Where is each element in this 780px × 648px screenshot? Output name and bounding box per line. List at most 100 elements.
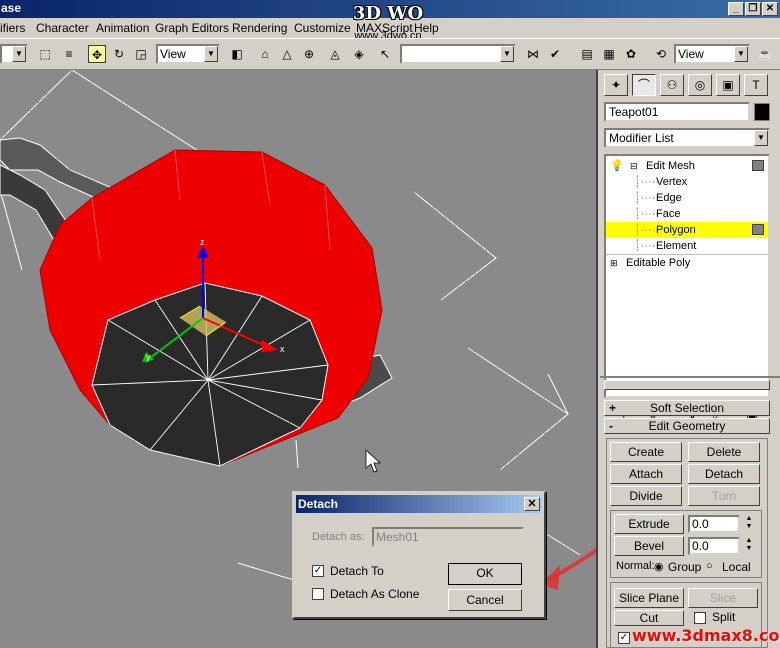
move-icon[interactable]: ✥ <box>88 45 106 63</box>
edit-named-selection-icon[interactable]: ↖ <box>376 45 394 63</box>
scale-icon[interactable]: ◲ <box>132 45 150 63</box>
stack-item-label: Polygon <box>656 224 696 236</box>
create-button[interactable]: Create <box>610 442 682 462</box>
divide-button[interactable]: Divide <box>610 486 682 506</box>
close-icon[interactable]: ✕ <box>524 497 540 511</box>
group-radio-icon[interactable]: ◉ <box>654 560 664 573</box>
turn-button[interactable]: Turn <box>688 486 760 506</box>
restore-button[interactable]: ❐ <box>745 2 761 16</box>
detach-as-field[interactable]: Mesh01 <box>372 527 524 547</box>
named-selection-combo[interactable]: ▼ <box>400 44 516 64</box>
stack-toggle-icon[interactable] <box>752 224 764 235</box>
minimize-button[interactable]: _ <box>728 2 744 16</box>
collapse-icon[interactable]: ⊟ <box>630 158 638 174</box>
stack-item-editable-poly[interactable]: ⊞ Editable Poly <box>606 254 768 270</box>
toolbar-filter-combo[interactable]: ▼ <box>0 44 28 64</box>
select-object-icon[interactable]: ⬚ <box>36 45 54 63</box>
split-checkbox[interactable] <box>694 612 706 624</box>
rollout-title: Soft Selection <box>649 401 725 415</box>
menu-animation[interactable]: Animation <box>96 21 149 35</box>
window-title: ase <box>1 1 22 15</box>
bevel-button[interactable]: Bevel <box>614 536 684 556</box>
command-panel: ✦ ⌒ ⚇ ◎ ▣ T Teapot01 Modifier List ▼ 💡 ⊟… <box>600 70 780 648</box>
quick-render-icon[interactable]: ☕ <box>756 45 774 63</box>
stack-item-label: Edge <box>656 192 682 204</box>
attach-button[interactable]: Attach <box>610 464 682 484</box>
cancel-button[interactable]: Cancel <box>448 589 522 611</box>
extrude-spinner-arrows-icon[interactable]: ▲ ▼ <box>744 515 754 533</box>
motion-tab-icon[interactable]: ◎ <box>688 74 712 96</box>
refine-checkbox[interactable]: ✓ <box>618 632 630 644</box>
stack-toggle-icon[interactable] <box>752 160 764 171</box>
stack-item-edit-mesh[interactable]: 💡 ⊟ Edit Mesh <box>606 158 768 174</box>
gizmo-y-label: y <box>146 352 151 362</box>
rollout-collapsed-bar[interactable] <box>604 380 770 390</box>
reference-coord-value: View <box>160 47 186 61</box>
align-tool-icon[interactable]: ✔ <box>546 45 564 63</box>
extrude-amount-spinner[interactable]: 0.0 <box>688 515 740 533</box>
percent-snap-icon[interactable]: ◈ <box>350 45 368 63</box>
rotate-icon[interactable]: ↻ <box>110 45 128 63</box>
menu-modifiers[interactable]: ifiers <box>0 21 25 35</box>
stack-item-polygon[interactable]: ┊····· Polygon <box>606 222 768 238</box>
stack-item-edge[interactable]: ┊····· Edge <box>606 190 768 206</box>
mouse-cursor-icon <box>365 449 382 473</box>
menu-customize[interactable]: Customize <box>294 21 351 35</box>
detach-to-label: Detach To <box>330 564 384 578</box>
detach-as-clone-checkbox[interactable] <box>312 588 324 600</box>
slice-button[interactable]: Slice <box>688 588 758 608</box>
modifier-stack: 💡 ⊟ Edit Mesh ┊····· Vertex ┊····· Edge … <box>604 154 770 398</box>
track-view-icon[interactable]: ▤ <box>578 45 596 63</box>
detach-button[interactable]: Detach <box>688 464 760 484</box>
gizmo-z-label: z <box>200 237 205 247</box>
menu-rendering[interactable]: Rendering <box>232 21 287 35</box>
modifier-list-label: Modifier List <box>609 131 674 145</box>
material-editor-icon[interactable]: ✿ <box>622 45 640 63</box>
create-tab-icon[interactable]: ✦ <box>604 74 628 96</box>
display-tab-icon[interactable]: ▣ <box>716 74 740 96</box>
stack-item-face[interactable]: ┊····· Face <box>606 206 768 222</box>
snap-icon[interactable]: ⊕ <box>300 45 318 63</box>
pivot-icon[interactable]: ◧ <box>228 45 246 63</box>
gizmo-x-label: x <box>280 344 285 354</box>
object-color-swatch[interactable] <box>754 103 770 121</box>
local-radio-icon[interactable]: ○ <box>706 560 713 572</box>
delete-button[interactable]: Delete <box>688 442 760 462</box>
render-type-combo[interactable]: View ▼ <box>674 44 750 64</box>
ok-button[interactable]: OK <box>448 563 522 585</box>
angle-snap-icon[interactable]: ◬ <box>326 45 344 63</box>
expand-icon[interactable]: ⊞ <box>610 255 618 271</box>
dialog-titlebar: Detach ✕ <box>296 495 542 513</box>
lightbulb-icon[interactable]: 💡 <box>610 158 624 174</box>
align-icon[interactable]: △ <box>278 45 296 63</box>
hierarchy-tab-icon[interactable]: ⚇ <box>660 74 684 96</box>
object-name-field[interactable]: Teapot01 <box>604 102 750 122</box>
reference-coord-combo[interactable]: View ▼ <box>156 44 220 64</box>
select-by-name-icon[interactable]: ≡ <box>60 45 78 63</box>
bevel-amount-spinner[interactable]: 0.0 <box>688 537 740 555</box>
mirror-icon[interactable]: ⌂ <box>256 45 274 63</box>
schematic-view-icon[interactable]: ▦ <box>600 45 618 63</box>
modifier-list-dropdown[interactable]: Modifier List ▼ <box>604 128 770 148</box>
close-button[interactable]: ✕ <box>762 2 778 16</box>
dialog-title: Detach <box>298 497 339 511</box>
main-toolbar: ▼ ⬚ ≡ ✥ ↻ ◲ View ▼ ◧ ⌂ △ ⊕ ◬ ◈ ↖ ▼ ⋈ ✔ ▤ … <box>0 38 780 70</box>
stack-item-element[interactable]: ┊····· Element <box>606 238 768 254</box>
extrude-button[interactable]: Extrude <box>614 514 684 534</box>
slice-plane-button[interactable]: Slice Plane <box>614 588 684 608</box>
modify-tab-icon[interactable]: ⌒ <box>632 74 656 96</box>
menu-character[interactable]: Character <box>36 21 89 35</box>
cut-button[interactable]: Cut <box>614 610 684 626</box>
watermark-logo: 3D WO <box>352 3 424 24</box>
stack-item-vertex[interactable]: ┊····· Vertex <box>606 174 768 190</box>
render-type-value: View <box>678 47 704 61</box>
rollout-edit-geometry[interactable]: - Edit Geometry <box>604 418 770 434</box>
menu-graph-editors[interactable]: Graph Editors <box>155 21 229 35</box>
utilities-tab-icon[interactable]: T <box>744 74 768 96</box>
mirror-tool-icon[interactable]: ⋈ <box>524 45 542 63</box>
bevel-spinner-arrows-icon[interactable]: ▲ ▼ <box>744 537 754 555</box>
render-scene-icon[interactable]: ⟲ <box>652 45 670 63</box>
annotation-arrow <box>540 547 596 590</box>
detach-to-checkbox[interactable]: ✓ <box>312 565 324 577</box>
rollout-soft-selection[interactable]: + Soft Selection <box>604 400 770 416</box>
